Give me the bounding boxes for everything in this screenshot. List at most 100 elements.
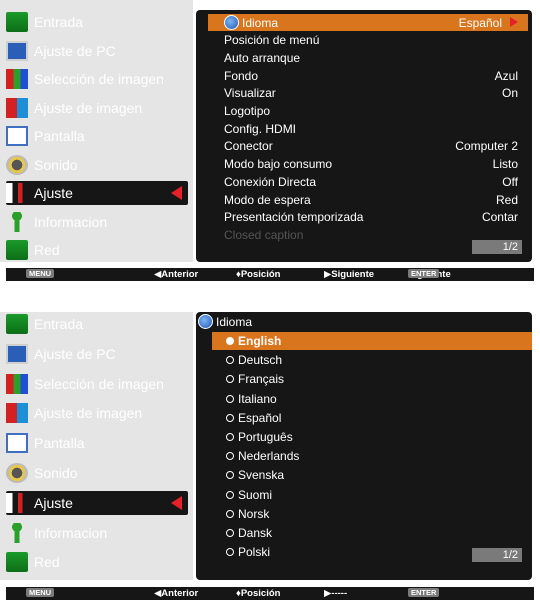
radio-icon [226,356,234,365]
network-icon [6,240,28,260]
language-label: Português [238,430,293,444]
setting-value: Off [502,174,518,189]
language-option[interactable]: English [212,332,532,350]
sidebar-item-label: Entrada [34,316,84,332]
setting-label: Logotipo [224,104,271,118]
setting-row[interactable]: Visualizar On [224,85,518,102]
language-label: Svenska [238,468,285,483]
setting-label: Conexión Directa [224,174,317,189]
sidebar-item-sonido[interactable]: Sonido [6,461,188,485]
sidebar-item-label: Ajuste [34,185,73,201]
setting-value: Azul [494,68,518,83]
setting-value: Red [495,192,518,207]
language-option[interactable]: Português [226,428,522,446]
setting-row[interactable]: Idioma Español [208,14,528,31]
setting-value: Español [459,16,518,30]
sidebar-item-pantalla[interactable]: Pantalla [6,431,188,455]
sidebar-item-label: Sonido [34,465,78,481]
language-label: Deutsch [238,353,283,368]
image-adjust-icon [6,403,28,424]
sidebar-item-pantalla[interactable]: Pantalla [6,124,188,148]
sidebar-item-ajuste[interactable]: Ajuste [6,490,188,515]
sidebar-item-sonido[interactable]: Sonido [6,153,188,177]
sidebar-item-informacion[interactable]: Informacion [6,210,188,234]
setting-row[interactable]: Modo bajo consumo Listo [224,156,518,173]
language-option[interactable]: Norsk [226,505,522,523]
setting-row[interactable]: Auto arranque [224,49,518,66]
setting-label: Presentación temporizada [224,210,364,225]
language-label: Dansk [238,526,273,540]
sidebar-item-ajuste-de-pc[interactable]: Ajuste de PC [6,39,188,63]
language-option[interactable]: Español [226,409,522,427]
setting-label: Posición de menú [224,33,320,48]
setting-row[interactable]: Fondo Azul [224,67,518,84]
wrench-icon [6,183,28,203]
sidebar-item-label: Pantalla [34,435,85,452]
sidebar-item-label: Pantalla [34,128,85,144]
wrench-icon [6,492,28,513]
setting-row[interactable]: Logotipo [224,103,518,120]
image-adjust-icon [6,97,28,118]
language-list: English Deutsch Français Italiano Español Por… [212,330,532,570]
setting-row[interactable]: Modo de espera Red [224,191,518,208]
setting-label: Visualizar [224,86,276,101]
setting-label: Modo bajo consumo [224,157,333,172]
setting-value: Computer 2 [455,139,518,154]
menu-panel-language: Entrada Ajuste de PC Selección de imagen Aj… [0,312,540,601]
screen-icon [6,126,28,146]
radio-icon [226,509,234,518]
language-header-label: Idioma [216,314,253,329]
language-option[interactable]: Suomi [226,486,522,504]
radio-icon [226,394,234,403]
sidebar-item-ajuste-de-imagen[interactable]: Ajuste de imagen [6,401,188,425]
sidebar-item-entrada[interactable]: Entrada [6,312,188,336]
key-label: MENU [26,588,55,597]
sidebar-item-red[interactable]: Red [6,238,188,262]
sidebar-item-label: Entrada [34,14,84,30]
language-option[interactable]: Deutsch [226,351,522,369]
setting-label: Closed caption [224,227,304,242]
position-hint: ♦Posición [236,588,281,599]
sidebar-item-ajuste-de-imagen[interactable]: Ajuste de imagen [6,96,188,120]
selection-arrow-icon [171,495,182,510]
position-hint: ♦Posición [236,269,281,280]
sidebar-item-label: Red [34,242,60,258]
page-indicator: 1/2 [472,240,522,254]
setting-row[interactable]: Conexión Directa Off [224,173,518,190]
language-label: Norsk [238,506,270,521]
radio-icon [226,490,234,499]
sidebar-item-ajuste-de-pc[interactable]: Ajuste de PC [6,342,188,366]
sidebar-item-label: Ajuste de imagen [34,99,143,116]
previous-hint: ◀Anterior [154,588,199,599]
setting-label: Idioma [242,15,279,30]
sidebar-item-informacion[interactable]: Informacion [6,521,188,545]
setting-row[interactable]: Config. HDMI [224,120,518,137]
language-option[interactable]: Italiano [226,390,522,408]
enter-hint: ENTEREntrar [408,588,440,599]
setting-row[interactable]: Presentación temporizada Contar [224,209,518,226]
sidebar-item-label: Ajuste de imagen [34,405,143,422]
sidebar-item-selecci-n-de-imagen[interactable]: Selección de imagen [6,67,188,91]
monitor-icon [6,343,28,364]
sidebar-item-ajuste[interactable]: Ajuste [6,181,188,205]
next-hint: ▶Siguiente [324,269,375,280]
language-option[interactable]: Nederlands [226,447,522,465]
radio-icon [226,548,234,557]
language-option[interactable]: Français [226,370,522,388]
language-label: Suomi [238,487,273,502]
sidebar: Entrada Ajuste de PC Selección de imagen Aj… [0,312,193,580]
key-label: ENTER [408,269,440,278]
sidebar-item-red[interactable]: Red [6,550,188,574]
language-option[interactable]: Dansk [226,524,522,542]
sidebar-item-entrada[interactable]: Entrada [6,10,188,34]
language-option[interactable]: Svenska [226,466,522,484]
key-label: ENTER [408,588,440,597]
exit-hint: MENUSalir [26,269,55,280]
setting-row[interactable]: Conector Computer 2 [224,138,518,155]
next-hint: ▶----- [324,588,348,599]
setting-row[interactable]: Posición de menú [224,32,518,49]
menu-panel-settings: Entrada Ajuste de PC Selección de imagen Aj… [0,0,540,283]
setting-label: Auto arranque [224,50,301,65]
sidebar-item-selecci-n-de-imagen[interactable]: Selección de imagen [6,372,188,396]
sidebar-item-label: Ajuste [34,494,73,511]
